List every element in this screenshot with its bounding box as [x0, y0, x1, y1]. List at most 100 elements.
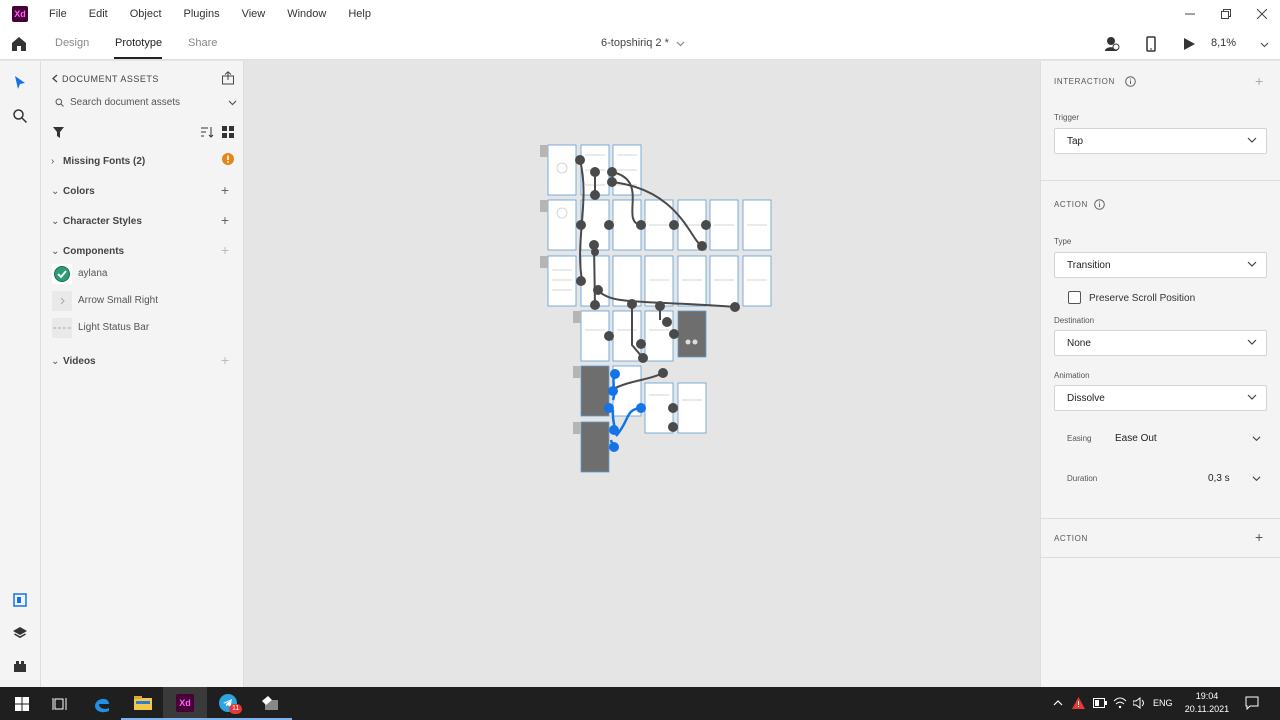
assets-icon[interactable] [12, 592, 28, 608]
add-component-plus-icon[interactable]: + [221, 242, 229, 258]
telegram-icon[interactable]: 11 [206, 687, 250, 720]
home-icon[interactable] [10, 35, 28, 53]
menu-help[interactable]: Help [337, 8, 382, 20]
character-styles-section[interactable]: ⌄ Character Styles [51, 216, 142, 227]
component-item[interactable]: Light Status Bar [51, 317, 239, 339]
chevron-right-icon: › [51, 156, 55, 167]
divider [1041, 180, 1280, 181]
windows-taskbar: Xd 11 ENG 19:04 20.11.2021 [0, 687, 1280, 720]
plugins-icon[interactable] [12, 658, 28, 674]
task-view-icon[interactable] [38, 687, 82, 720]
xd-logo-icon: Xd [12, 6, 28, 22]
info-icon[interactable] [1125, 76, 1136, 87]
language-indicator[interactable]: ENG [1153, 698, 1173, 708]
notifications-icon[interactable] [1245, 696, 1259, 710]
export-icon[interactable] [221, 71, 235, 85]
zoom-chevron-down-icon[interactable] [1260, 40, 1269, 49]
destination-label: Destination [1054, 316, 1095, 325]
menu-plugins[interactable]: Plugins [173, 8, 231, 20]
clock-time: 19:04 [1195, 691, 1219, 701]
type-label: Type [1054, 237, 1072, 246]
tab-prototype[interactable]: Prototype [115, 37, 162, 49]
easing-value: Ease Out [1115, 433, 1157, 444]
app-icon[interactable] [248, 687, 292, 720]
clock[interactable]: 19:04 20.11.2021 [1184, 690, 1230, 716]
preserve-scroll-label: Preserve Scroll Position [1089, 293, 1196, 304]
character-styles-label: Character Styles [63, 216, 142, 227]
easing-label: Easing [1067, 434, 1092, 443]
filter-icon[interactable] [53, 127, 64, 138]
document-title[interactable]: 6-topshiriq 2 * [601, 37, 685, 49]
device-preview-icon[interactable] [1143, 36, 1159, 52]
user-share-icon[interactable] [1104, 36, 1120, 52]
menu-view[interactable]: View [231, 8, 277, 20]
videos-section[interactable]: ⌄ Videos [51, 356, 96, 367]
animation-dropdown[interactable]: Dissolve [1054, 385, 1267, 411]
colors-section[interactable]: ⌄ Colors [51, 186, 95, 197]
component-item[interactable]: Arrow Small Right [51, 290, 239, 312]
battery-icon[interactable] [1093, 698, 1107, 708]
edge-browser-icon[interactable] [80, 687, 124, 720]
chevron-down-icon [1247, 339, 1257, 345]
zoom-level[interactable]: 8,1% [1211, 37, 1236, 49]
window-controls [1172, 0, 1280, 28]
components-section[interactable]: ⌄ Components [51, 246, 124, 257]
tab-design[interactable]: Design [55, 37, 89, 49]
component-item[interactable]: aylana [51, 263, 239, 285]
missing-fonts-label: Missing Fonts (2) [63, 156, 146, 167]
chevron-down-icon[interactable] [228, 98, 237, 107]
menu-edit[interactable]: Edit [78, 8, 119, 20]
search-icon [55, 98, 64, 107]
add-character-style-plus-icon[interactable]: + [221, 212, 229, 228]
design-canvas[interactable] [244, 61, 1040, 687]
type-dropdown[interactable]: Transition [1054, 252, 1267, 278]
add-interaction-plus-icon[interactable]: + [1255, 73, 1263, 89]
layers-icon[interactable] [12, 625, 28, 641]
divider [1041, 518, 1280, 519]
add-action-plus-icon[interactable]: + [1255, 529, 1263, 545]
search-placeholder: Search document assets [70, 97, 181, 108]
add-color-plus-icon[interactable]: + [221, 182, 229, 198]
select-arrow-icon[interactable] [12, 75, 28, 91]
add-video-plus-icon[interactable]: + [221, 352, 229, 368]
play-icon[interactable] [1181, 36, 1197, 52]
minimize-button[interactable] [1172, 0, 1208, 28]
colors-label: Colors [63, 186, 95, 197]
wifi-icon[interactable] [1113, 697, 1127, 709]
menu-items: File Edit Object Plugins View Window Hel… [38, 8, 382, 20]
search-icon[interactable] [12, 108, 28, 124]
close-button[interactable] [1244, 0, 1280, 28]
easing-dropdown[interactable]: Ease Out [1115, 427, 1265, 449]
mode-tab-bar: Design Prototype Share 6-topshiriq 2 * 8… [0, 28, 1280, 60]
chevron-down-icon [1247, 137, 1257, 143]
menu-window[interactable]: Window [276, 8, 337, 20]
info-icon[interactable] [1094, 199, 1105, 210]
restore-button[interactable] [1208, 0, 1244, 28]
sort-icon[interactable] [201, 126, 214, 138]
chevron-left-icon[interactable] [51, 74, 59, 83]
chevron-down-icon [1252, 476, 1261, 482]
grid-view-icon[interactable] [222, 126, 234, 138]
menu-file[interactable]: File [38, 8, 78, 20]
duration-label: Duration [1067, 474, 1098, 483]
volume-icon[interactable] [1133, 697, 1146, 709]
preserve-scroll-checkbox[interactable] [1068, 291, 1081, 304]
arrow-small-right-icon [60, 297, 65, 305]
file-explorer-icon[interactable] [121, 687, 165, 720]
adobe-xd-taskbar-icon[interactable]: Xd [163, 687, 207, 720]
missing-fonts-section[interactable]: › Missing Fonts (2) [51, 156, 145, 167]
destination-dropdown[interactable]: None [1054, 330, 1267, 356]
component-label: Light Status Bar [78, 322, 150, 333]
chevron-up-icon[interactable] [1053, 698, 1063, 708]
warning-icon [222, 153, 234, 165]
duration-input[interactable]: 0,3 s [1207, 467, 1265, 489]
alert-triangle-icon[interactable] [1072, 697, 1085, 709]
asset-search-input[interactable]: Search document assets [51, 91, 239, 113]
tab-share[interactable]: Share [188, 37, 217, 49]
menu-object[interactable]: Object [119, 8, 173, 20]
document-title-text: 6-topshiriq 2 * [601, 37, 669, 49]
animation-label: Animation [1054, 371, 1090, 380]
xd-logo-icon: Xd [176, 693, 194, 712]
trigger-dropdown[interactable]: Tap [1054, 128, 1267, 154]
interaction-header: INTERACTION [1054, 77, 1115, 86]
